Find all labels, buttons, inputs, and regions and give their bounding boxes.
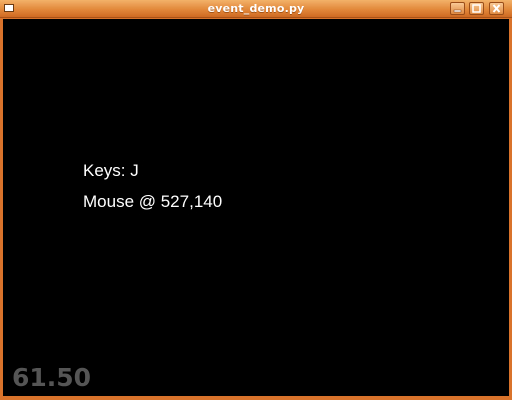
- window-title: event_demo.py: [207, 2, 305, 15]
- title-bar[interactable]: event_demo.py: [0, 0, 512, 18]
- keys-readout: Keys: J: [83, 161, 139, 180]
- maximize-button[interactable]: [469, 2, 484, 15]
- app-window: event_demo.py Keys: J Mouse @ 527,140 61…: [0, 0, 512, 400]
- window-bottom-border: [0, 396, 512, 400]
- maximize-icon: [472, 4, 481, 13]
- mouse-position-readout: Mouse @ 527,140: [83, 192, 223, 211]
- minimize-icon: [453, 9, 462, 13]
- minimize-button[interactable]: [450, 2, 465, 15]
- pygame-canvas[interactable]: Keys: J Mouse @ 527,140 61.50: [3, 19, 509, 396]
- fps-counter: 61.50: [12, 363, 92, 392]
- close-button[interactable]: [489, 2, 504, 15]
- close-icon: [492, 4, 501, 13]
